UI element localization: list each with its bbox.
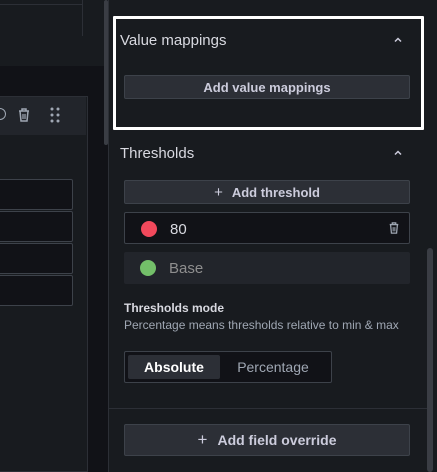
left-panel xyxy=(0,0,104,472)
plus-icon: + xyxy=(197,430,208,449)
threshold-row-base: Base xyxy=(124,252,410,284)
trash-icon[interactable] xyxy=(388,221,400,235)
query-field-2[interactable] xyxy=(0,211,73,242)
add-threshold-button[interactable]: + Add threshold xyxy=(124,180,410,204)
plus-icon: + xyxy=(214,183,223,201)
threshold-color-dot[interactable] xyxy=(141,221,157,237)
thresholds-mode-description: Percentage means thresholds relative to … xyxy=(124,318,399,332)
mode-absolute-option[interactable]: Absolute xyxy=(128,355,220,379)
eye-icon[interactable] xyxy=(0,108,6,120)
thresholds-mode-label: Thresholds mode xyxy=(124,301,225,315)
options-scrollbar[interactable] xyxy=(427,248,433,472)
left-top-area xyxy=(0,0,104,66)
threshold-base-label: Base xyxy=(169,260,204,277)
drag-handle-icon[interactable] xyxy=(50,107,60,123)
section-divider xyxy=(109,408,427,409)
threshold-row-80[interactable]: 80 xyxy=(124,212,410,244)
query-field-3[interactable] xyxy=(0,243,73,274)
add-field-override-label: Add field override xyxy=(217,432,337,448)
query-card-header xyxy=(0,97,86,135)
highlight-box xyxy=(113,16,424,130)
left-top-edge xyxy=(82,0,83,36)
query-field-4[interactable] xyxy=(0,275,73,306)
thresholds-mode-radio-group: Absolute Percentage xyxy=(124,351,332,383)
chevron-up-icon[interactable] xyxy=(393,148,403,158)
trash-icon[interactable] xyxy=(17,107,31,123)
threshold-value[interactable]: 80 xyxy=(170,221,187,238)
left-top-divider xyxy=(0,4,82,5)
mode-percentage-option[interactable]: Percentage xyxy=(221,355,325,379)
add-field-override-button[interactable]: + Add field override xyxy=(124,424,410,456)
add-threshold-label: Add threshold xyxy=(231,184,320,200)
thresholds-title[interactable]: Thresholds xyxy=(120,145,194,162)
threshold-color-dot[interactable] xyxy=(140,260,156,276)
query-card xyxy=(0,96,88,472)
query-field-1[interactable] xyxy=(0,179,73,210)
